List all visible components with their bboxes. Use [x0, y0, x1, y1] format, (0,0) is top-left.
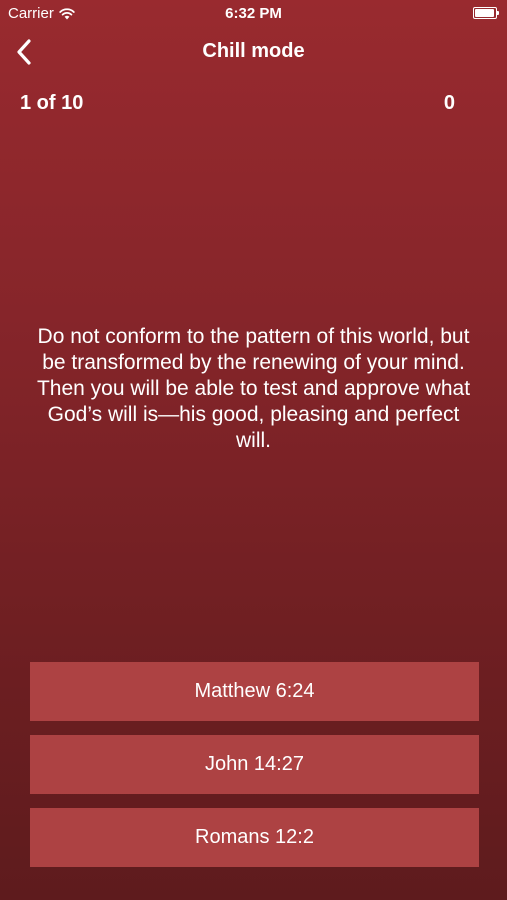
- battery-icon: [473, 7, 499, 19]
- question-progress: 1 of 10: [20, 92, 84, 114]
- verse-text: Do not conform to the pattern of this wo…: [36, 325, 471, 452]
- navigation-bar: Chill mode: [0, 28, 507, 76]
- score-counter: 0: [443, 92, 455, 114]
- answer-option-button[interactable]: John 14:27: [30, 735, 479, 794]
- answer-option-button[interactable]: Romans 12:2: [30, 808, 479, 867]
- answer-option-button[interactable]: Matthew 6:24: [30, 662, 479, 721]
- page-title: Chill mode: [202, 40, 305, 62]
- progress-row: 1 of 10 0: [20, 92, 455, 118]
- answer-list: Matthew 6:24 John 14:27 Romans 12:2: [30, 662, 479, 881]
- status-time: 6:32 PM: [225, 5, 282, 22]
- status-bar: Carrier 6:32 PM: [0, 0, 507, 28]
